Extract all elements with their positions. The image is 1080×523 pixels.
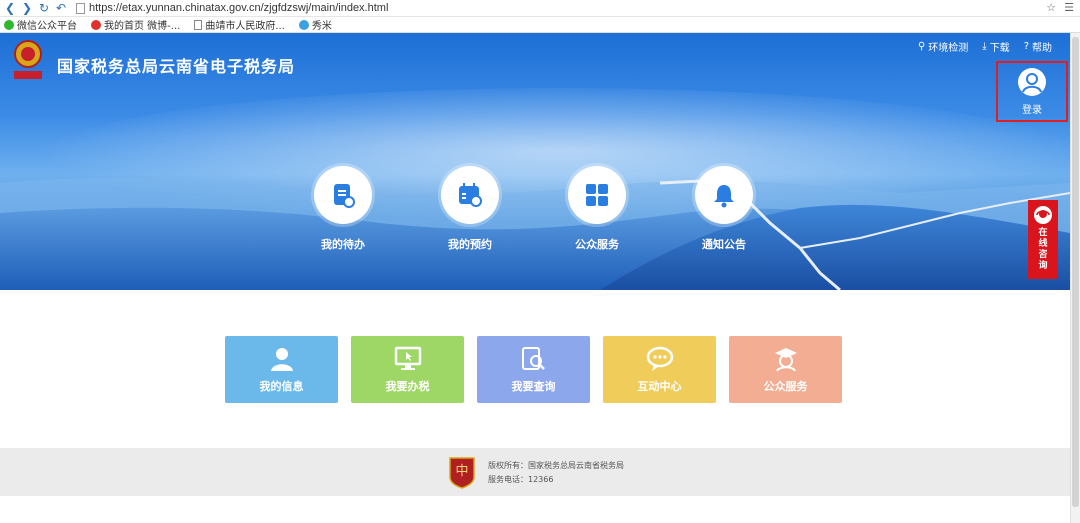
headset-icon	[1034, 206, 1052, 224]
page-icon	[76, 2, 85, 14]
refresh-icon[interactable]: ↻	[37, 1, 51, 15]
online-consult-tab[interactable]: 在 线 咨 询	[1028, 200, 1058, 279]
tile-label: 我的信息	[259, 379, 304, 393]
browser-address-bar: ❮ ❯ ↻ ↶ https://etax.yunnan.chinatax.gov…	[0, 0, 1080, 17]
bell-icon	[695, 166, 753, 224]
service-phone: 服务电话：12366	[488, 475, 554, 484]
footer-text: 版权所有：国家税务总局云南省税务局 服务电话：12366	[488, 459, 624, 487]
hero-banner: 国家税务总局云南省电子税务局 ⚲ 环境检测 ⤓ 下载 ? 帮助 登录 我的待办 …	[0, 33, 1070, 290]
user-icon	[270, 347, 293, 371]
download-link[interactable]: ⤓ 下载	[982, 39, 1009, 54]
feature-label: 公众服务	[575, 238, 619, 251]
footer: 中 版权所有：国家税务总局云南省税务局 服务电话：12366	[0, 448, 1070, 496]
xiumi-icon	[298, 19, 309, 30]
environment-check-link[interactable]: ⚲ 环境检测	[918, 39, 968, 54]
link-label: 环境检测	[928, 43, 969, 54]
bookmark-label: 微信公众平台	[17, 21, 77, 32]
consult-char: 在	[1038, 228, 1048, 238]
bookmark-label: 我的首页 微博-...	[104, 21, 181, 32]
task-list-icon	[314, 166, 372, 224]
download-icon: ⤓	[982, 41, 987, 52]
tile-label: 我要查询	[511, 379, 556, 393]
tile-label: 我要办税	[385, 379, 430, 393]
page-icon	[194, 19, 203, 30]
feature-label: 我的预约	[448, 238, 492, 251]
tile-public-service[interactable]: 公众服务	[729, 336, 842, 403]
bookmarks-bar: 微信公众平台 我的首页 微博-... 曲靖市人民政府... 秀米	[0, 17, 1080, 33]
forward-icon[interactable]: ❯	[20, 1, 34, 15]
tile-label: 互动中心	[637, 379, 682, 393]
bookmark-weibo[interactable]: 我的首页 微博-...	[91, 17, 180, 32]
back-icon[interactable]: ❮	[3, 1, 17, 15]
feature-label: 通知公告	[702, 238, 746, 251]
tile-query[interactable]: 我要查询	[477, 336, 590, 403]
url-field[interactable]: https://etax.yunnan.chinatax.gov.cn/zjgf…	[89, 2, 388, 14]
bookmark-wechat[interactable]: 微信公众平台	[4, 17, 77, 32]
consult-char: 询	[1038, 261, 1048, 271]
monitor-icon	[394, 346, 421, 370]
tax-bureau-logo-icon: 中	[449, 457, 475, 489]
undo-icon[interactable]: ↶	[54, 1, 68, 15]
document-search-icon	[521, 346, 545, 370]
menu-icon[interactable]: ☰	[1064, 1, 1074, 14]
tax-emblem-icon	[14, 40, 42, 79]
star-icon[interactable]: ☆	[1046, 1, 1056, 14]
tile-tax-filing[interactable]: 我要办税	[351, 336, 464, 403]
chat-bubble-icon	[646, 346, 673, 371]
graduate-icon	[774, 347, 797, 372]
help-icon: ?	[1023, 41, 1029, 52]
login-label: 登录	[1022, 104, 1042, 116]
link-label: 帮助	[1032, 43, 1052, 54]
top-links: ⚲ 环境检测 ⤓ 下载 ? 帮助	[918, 39, 1052, 54]
feature-public-service[interactable]: 公众服务	[557, 166, 637, 252]
calendar-icon	[441, 166, 499, 224]
grid-icon	[568, 166, 626, 224]
wrench-icon: ⚲	[917, 41, 926, 52]
scrollbar-thumb[interactable]	[1072, 37, 1079, 507]
feature-todo[interactable]: 我的待办	[303, 166, 383, 252]
weibo-icon	[91, 19, 101, 30]
bookmark-qujing[interactable]: 曲靖市人民政府...	[194, 17, 285, 32]
tile-interaction[interactable]: 互动中心	[603, 336, 716, 403]
bookmark-label: 曲靖市人民政府...	[205, 21, 285, 32]
user-icon	[1018, 67, 1046, 96]
site-title: 国家税务总局云南省电子税务局	[57, 57, 296, 76]
bookmark-label: 秀米	[311, 21, 332, 32]
consult-char: 咨	[1038, 250, 1048, 260]
svg-text:中: 中	[455, 464, 468, 479]
feature-notice[interactable]: 通知公告	[684, 166, 764, 252]
login-button[interactable]: 登录	[996, 61, 1068, 122]
tile-label: 公众服务	[763, 379, 808, 393]
link-label: 下载	[989, 43, 1010, 54]
copyright-text: 版权所有：国家税务总局云南省税务局	[488, 461, 624, 470]
consult-char: 线	[1038, 239, 1048, 249]
vertical-scrollbar[interactable]	[1070, 33, 1080, 523]
feature-label: 我的待办	[321, 238, 365, 251]
bookmark-xiumi[interactable]: 秀米	[298, 17, 332, 32]
wechat-icon	[4, 19, 14, 30]
tile-my-info[interactable]: 我的信息	[225, 336, 338, 403]
help-link[interactable]: ? 帮助	[1024, 39, 1052, 54]
feature-appointment[interactable]: 我的预约	[430, 166, 510, 252]
